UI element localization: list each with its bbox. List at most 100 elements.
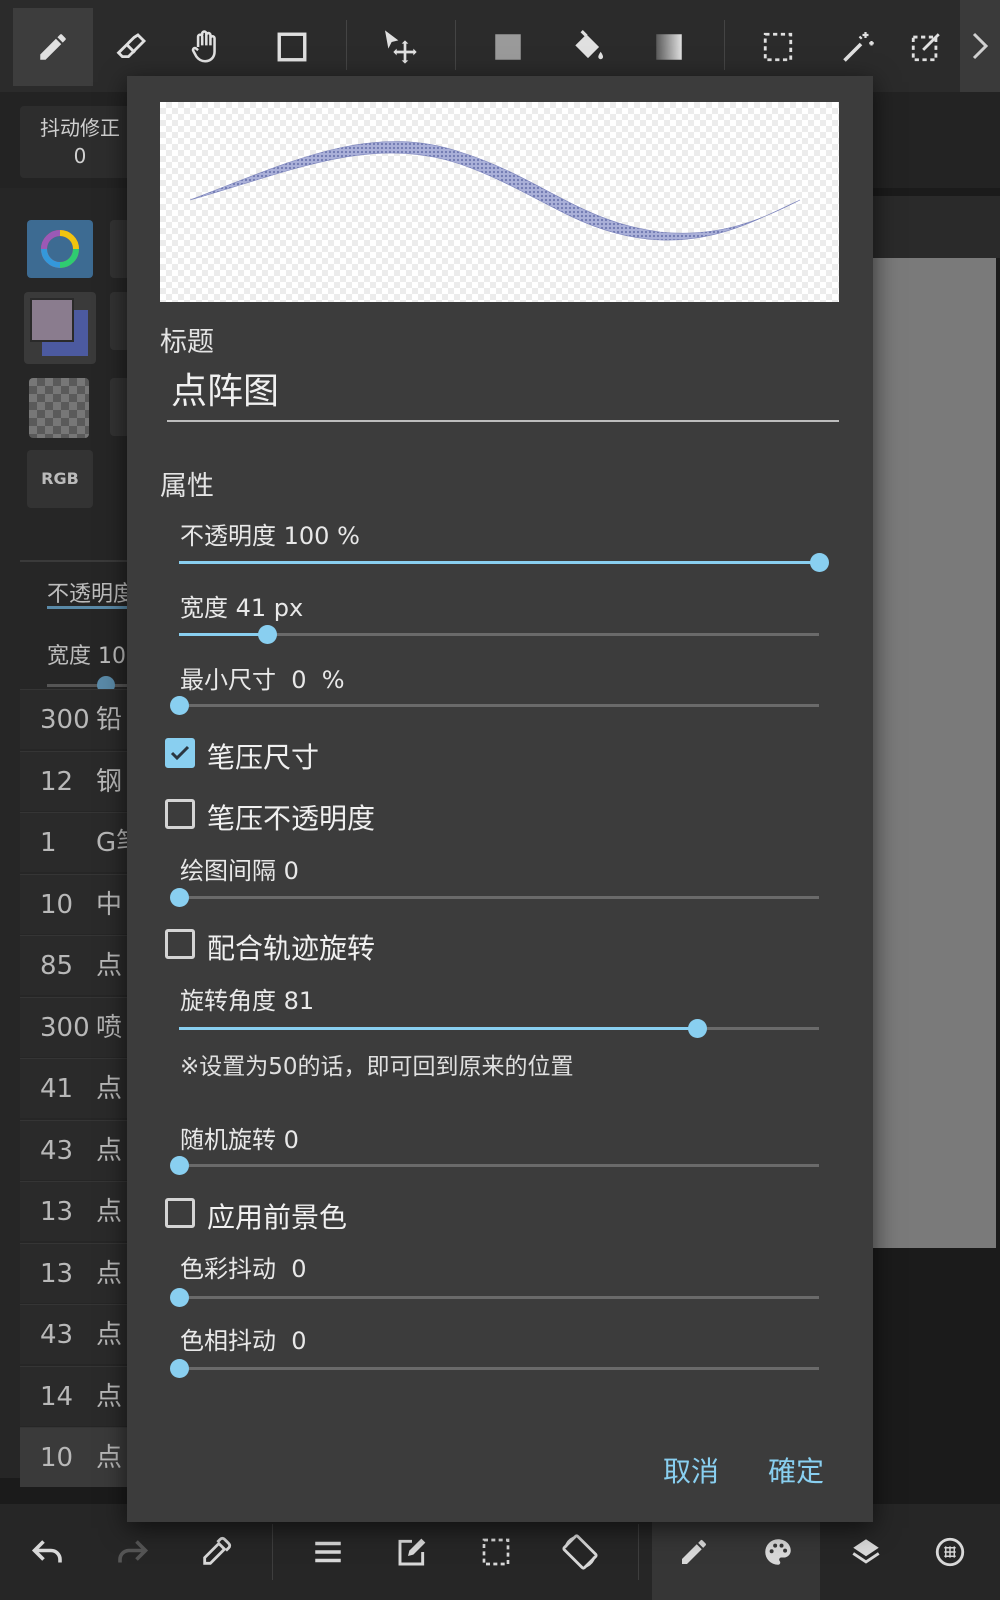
brush-name: 点: [96, 1443, 123, 1473]
edit-icon: [398, 1538, 426, 1566]
redo-icon: [118, 1540, 149, 1563]
follow-path-rotation-checkbox[interactable]: [165, 929, 195, 959]
jitter-correction-button[interactable]: 抖动修正 0: [20, 106, 140, 178]
color-jitter-slider[interactable]: [170, 1288, 819, 1307]
color-jitter-label: 色彩抖动 0: [180, 1255, 307, 1283]
opacity-slider[interactable]: [179, 553, 829, 572]
rotation-angle-slider-thumb[interactable]: [688, 1019, 708, 1038]
fill-rect-icon: [495, 34, 521, 60]
brush-size: 41: [40, 1074, 74, 1104]
brush-list-item[interactable]: 43 点: [20, 1304, 130, 1364]
hand-tool-button[interactable]: [166, 8, 246, 86]
brush-list-item[interactable]: 13 点: [20, 1181, 130, 1241]
pen-icon: [40, 34, 66, 60]
rotation-angle-slider[interactable]: [179, 1019, 819, 1038]
brush-name: 中: [96, 889, 123, 920]
brush-edit-dialog: 标题 点阵图 属性 不透明度 100 % 宽度 41 px 最小尺寸 0 % 笔…: [127, 76, 873, 1522]
brush-preview: [160, 102, 839, 302]
move-icon: [385, 30, 417, 64]
brush-list-item[interactable]: 13 点: [20, 1242, 130, 1303]
brush-name: 钢: [96, 766, 123, 797]
random-rotation-slider-thumb[interactable]: [170, 1156, 189, 1175]
select-rect-tool-button[interactable]: [738, 8, 818, 86]
apply-foreground-color-checkbox[interactable]: [165, 1198, 195, 1228]
color-swatches[interactable]: [24, 292, 96, 364]
color-jitter-slider-thumb[interactable]: [170, 1288, 189, 1307]
brush-name: 点: [96, 1320, 123, 1350]
opacity-label: 不透明度 100 %: [180, 522, 360, 550]
spacing-slider-thumb[interactable]: [170, 888, 189, 907]
color-wheel-icon: [41, 230, 79, 268]
toolbar-more-button[interactable]: [960, 0, 1000, 92]
fill-rect-tool-button[interactable]: [468, 8, 548, 86]
pressure-opacity-label[interactable]: 笔压不透明度: [207, 797, 375, 837]
material-icon: [935, 1537, 965, 1567]
palette-icon: [765, 1539, 791, 1565]
hue-jitter-slider-thumb[interactable]: [170, 1359, 189, 1378]
primary-color-swatch[interactable]: [30, 298, 74, 342]
pressure-opacity-checkbox[interactable]: [165, 799, 195, 829]
width-slider[interactable]: [179, 625, 819, 644]
follow-path-rotation-label[interactable]: 配合轨迹旋转: [207, 927, 375, 967]
bucket-tool-button[interactable]: [548, 8, 628, 86]
rectangle-tool-button[interactable]: [252, 8, 332, 86]
brush-list-item[interactable]: 43 点: [20, 1119, 130, 1180]
pressure-size-label[interactable]: 笔压尺寸: [207, 736, 319, 776]
gradient-tool-button[interactable]: [629, 8, 709, 86]
rotation-angle-label: 旋转角度 81: [180, 987, 315, 1015]
brush-name: 点: [96, 1258, 123, 1289]
brush-title-input[interactable]: 点阵图: [167, 364, 839, 422]
ok-button[interactable]: 確定: [768, 1450, 824, 1490]
opacity-slider-thumb[interactable]: [810, 553, 829, 572]
brush-list-item[interactable]: 300 喷: [20, 996, 130, 1057]
transparent-color-button[interactable]: [29, 378, 89, 438]
rectangle-icon: [277, 32, 307, 62]
brush-list-item[interactable]: 10 中: [20, 873, 130, 934]
magic-wand-icon: [843, 32, 874, 62]
cancel-button[interactable]: 取消: [663, 1450, 719, 1490]
undo-button[interactable]: [6, 1504, 90, 1600]
brush-size: 43: [40, 1320, 74, 1350]
brush-list-item[interactable]: 85 点: [20, 935, 130, 995]
random-rotation-slider[interactable]: [170, 1156, 819, 1175]
brush-list-item[interactable]: 1 G笔: [20, 812, 130, 872]
width-slider-thumb[interactable]: [257, 625, 277, 644]
brush-list-item[interactable]: 41 点: [20, 1058, 130, 1118]
eraser-tool-button[interactable]: [92, 8, 172, 86]
pen-tool-button[interactable]: [13, 8, 93, 86]
move-tool-button[interactable]: [360, 8, 440, 86]
magic-wand-tool-button[interactable]: [818, 8, 898, 86]
brush-size: 12: [40, 766, 74, 797]
properties-section-label: 属性: [160, 471, 214, 502]
select-rect-icon: [763, 32, 793, 62]
undo-icon: [31, 1540, 62, 1563]
brush-name: 喷: [96, 1012, 123, 1043]
brush-stroke-preview: [189, 141, 801, 241]
spacing-slider[interactable]: [170, 888, 819, 907]
brush-list-item[interactable]: 14 点: [20, 1365, 130, 1426]
pressure-size-checkbox[interactable]: [165, 738, 195, 768]
min-size-slider[interactable]: [170, 696, 819, 715]
jitter-value: 0: [73, 144, 87, 168]
menu-icon: [315, 1541, 341, 1563]
width-slider-fill: [179, 633, 267, 636]
transform-tool-button[interactable]: [896, 8, 956, 86]
material-button[interactable]: [908, 1504, 992, 1600]
gradient-icon: [656, 34, 682, 60]
brush-list-item[interactable]: 10 点: [20, 1427, 130, 1487]
hue-jitter-slider[interactable]: [170, 1359, 819, 1378]
apply-foreground-color-label[interactable]: 应用前景色: [207, 1196, 347, 1236]
brush-size: 14: [40, 1381, 74, 1412]
color-wheel-button[interactable]: [27, 220, 93, 278]
brush-name: G笔: [96, 828, 130, 858]
brush-list-item[interactable]: 300 铅: [20, 689, 130, 749]
hue-jitter-label: 色相抖动 0: [180, 1327, 307, 1355]
brush-name: 点: [96, 951, 123, 981]
eraser-icon: [116, 33, 147, 59]
canvas-area[interactable]: [856, 258, 996, 1248]
min-size-slider-thumb[interactable]: [170, 696, 189, 715]
layers-icon: [852, 1539, 880, 1564]
brush-name: 铅: [96, 705, 123, 735]
brush-list-item[interactable]: 12 钢: [20, 750, 130, 811]
rgb-button[interactable]: RGB: [27, 450, 93, 508]
